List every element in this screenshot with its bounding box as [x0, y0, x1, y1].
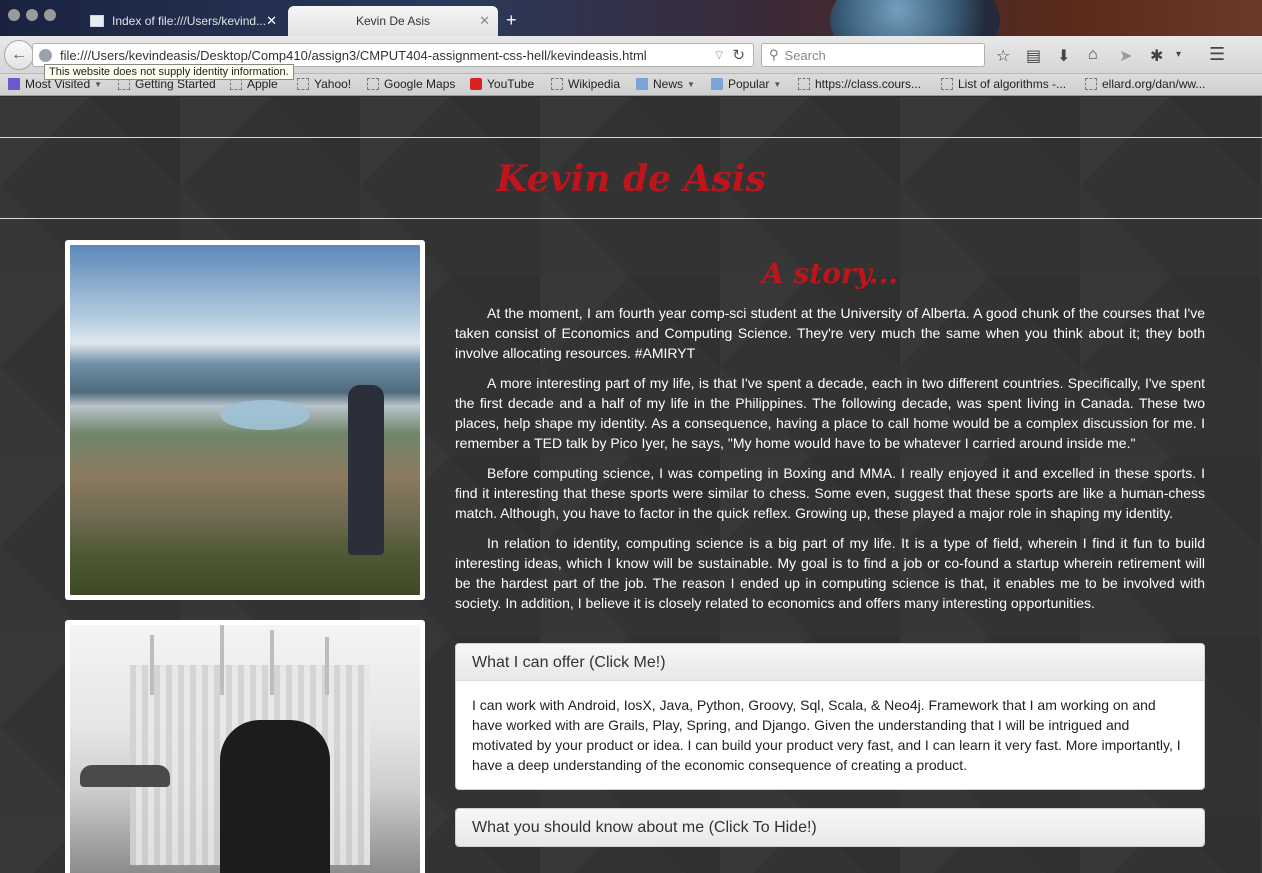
spire-shape: [270, 630, 274, 695]
bookmark-label: https://class.cours...: [815, 77, 922, 91]
chevron-down-icon: ▼: [773, 79, 782, 89]
close-icon[interactable]: ✕: [266, 13, 277, 29]
most-visited-icon: [8, 78, 20, 90]
page-content: Kevin de Asis A story... At the moment, …: [0, 97, 1262, 873]
identity-tooltip: This website does not supply identity in…: [44, 64, 294, 80]
download-icon[interactable]: ⬇: [1057, 46, 1070, 66]
photo-frame-mountains: [65, 240, 425, 600]
bookmark-star-icon[interactable]: ☆: [996, 46, 1010, 66]
photo-frame-cathedral: [65, 620, 425, 873]
tab-label: Index of file:///Users/kevind...: [112, 14, 267, 28]
page-icon: [941, 78, 953, 90]
new-tab-button[interactable]: +: [506, 10, 517, 31]
story-text: At the moment, I am fourth year comp-sci…: [455, 303, 1205, 623]
spire-shape: [325, 637, 329, 695]
bookmark-wikipedia[interactable]: Wikipedia: [551, 77, 620, 91]
home-icon[interactable]: ⌂: [1088, 46, 1098, 64]
window-zoom-button[interactable]: [44, 9, 56, 21]
page-icon: [1085, 78, 1097, 90]
page-icon: [367, 78, 379, 90]
mountain-lake-photo: [70, 245, 420, 595]
site-title: Kevin de Asis: [496, 158, 766, 200]
search-icon: ⚲: [769, 47, 779, 62]
chevron-down-icon: ▼: [94, 79, 103, 89]
history-dropdown-icon[interactable]: ▽: [715, 50, 723, 61]
bookmark-label: Wikipedia: [568, 77, 621, 91]
bookmark-label: Popular: [728, 77, 770, 91]
offer-panel: What I can offer (Click Me!) I can work …: [455, 643, 1205, 790]
bookmark-label: List of algorithms -...: [958, 77, 1067, 91]
back-arrow-icon: ←: [11, 46, 27, 63]
tab-label: Kevin De Asis: [355, 14, 431, 28]
tab-bar: Index of file:///Users/kevind... ✕ Kevin…: [0, 0, 1262, 70]
bookmark-label: Yahoo!: [314, 77, 352, 91]
globe-icon[interactable]: [39, 48, 52, 62]
story-paragraph: Before computing science, I was competin…: [455, 465, 1205, 521]
person-figure: [348, 385, 384, 555]
story-title: A story...: [762, 257, 898, 290]
search-input[interactable]: ⚲ Search: [761, 43, 985, 67]
lake-shape: [220, 400, 310, 430]
site-header: Kevin de Asis: [0, 137, 1262, 219]
bookmark-label: YouTube: [487, 77, 535, 91]
page-icon: [297, 78, 309, 90]
bookmark-label: News: [653, 77, 684, 91]
youtube-icon: [470, 78, 482, 90]
bookmark-yahoo[interactable]: Yahoo!: [297, 77, 351, 91]
offer-panel-body: I can work with Android, IosX, Java, Pyt…: [472, 697, 1181, 773]
bookmark-folder-popular[interactable]: Popular ▼: [711, 77, 781, 91]
folder-icon: [711, 78, 723, 90]
about-panel-header[interactable]: What you should know about me (Click To …: [456, 809, 1204, 846]
window-close-button[interactable]: [8, 9, 20, 21]
spire-shape: [220, 625, 224, 695]
bookmark-folder-news[interactable]: News ▼: [636, 77, 695, 91]
bookmark-class-coursera[interactable]: https://class.cours...: [798, 77, 921, 91]
bookmark-list-of-algorithms[interactable]: List of algorithms -...: [941, 77, 1066, 91]
person-figure: [220, 720, 330, 873]
story-paragraph: At the moment, I am fourth year comp-sci…: [455, 305, 1205, 361]
chevron-down-icon: ▼: [687, 79, 695, 89]
page-icon: [551, 78, 563, 90]
chevron-down-icon[interactable]: ▾: [1176, 49, 1181, 60]
bookmark-ellard[interactable]: ellard.org/dan/ww...: [1085, 77, 1205, 91]
close-icon[interactable]: ✕: [479, 13, 490, 29]
page-icon: [798, 78, 810, 90]
menu-icon[interactable]: ☰: [1209, 44, 1225, 65]
search-placeholder: Search: [784, 47, 826, 63]
spire-shape: [150, 635, 154, 695]
story-paragraph: In relation to identity, computing scien…: [455, 535, 1205, 611]
reload-icon[interactable]: ↻: [732, 46, 745, 64]
extension-icon[interactable]: ✱: [1150, 46, 1163, 66]
folder-icon: [636, 78, 648, 90]
tab-kevin-de-asis[interactable]: Kevin De Asis ✕: [288, 6, 498, 36]
window-minimize-button[interactable]: [26, 9, 38, 21]
bookmark-label: ellard.org/dan/ww...: [1102, 77, 1206, 91]
url-text[interactable]: file:///Users/kevindeasis/Desktop/Comp41…: [60, 48, 647, 63]
tab-index-of-files[interactable]: Index of file:///Users/kevind... ✕: [80, 6, 285, 36]
offer-panel-header[interactable]: What I can offer (Click Me!): [456, 644, 1204, 681]
send-icon[interactable]: ➤: [1119, 46, 1132, 66]
bookmark-google-maps[interactable]: Google Maps: [367, 77, 455, 91]
bookmark-youtube[interactable]: YouTube: [470, 77, 534, 91]
back-button[interactable]: ←: [4, 40, 34, 70]
cathedral-photo: [70, 625, 420, 873]
pigeon-shape: [80, 765, 170, 787]
page-icon: [90, 15, 104, 27]
story-paragraph: A more interesting part of my life, is t…: [455, 375, 1205, 451]
reading-list-icon[interactable]: ▤: [1026, 46, 1041, 66]
about-panel: What you should know about me (Click To …: [455, 808, 1205, 847]
bookmark-label: Google Maps: [384, 77, 456, 91]
